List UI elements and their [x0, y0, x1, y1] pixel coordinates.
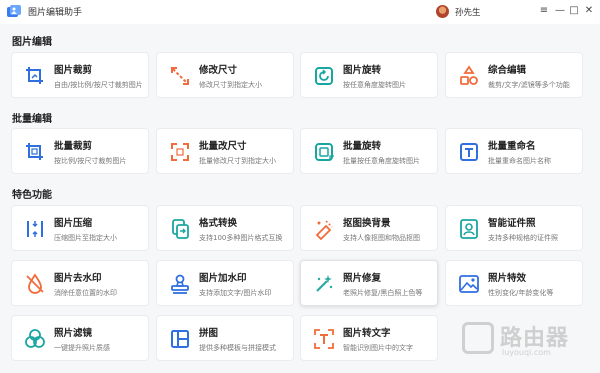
collage-icon — [171, 330, 189, 348]
card-photo-filter[interactable]: 照片滤镜 一键提升照片质感 — [11, 315, 149, 361]
card-desc: 一键提升照片质感 — [54, 344, 110, 352]
card-desc: 支持人像抠图和物品抠图 — [343, 234, 420, 242]
minimize-button[interactable]: — — [553, 4, 567, 18]
card-desc: 消除任意位置的水印 — [54, 289, 117, 297]
card-title: 批量改尺寸 — [199, 141, 247, 152]
card-desc: 支持添加文字/图片水印 — [199, 289, 272, 297]
crop-icon — [26, 143, 43, 160]
card-desc: 自由/按比例/按尺寸裁剪图片 — [54, 81, 143, 89]
close-button[interactable]: ✕ — [582, 4, 596, 18]
card-desc: 裁剪/文字/滤镜等多个功能 — [488, 81, 570, 89]
title-bar: 图片编辑助手 孙先生 ≡ — □ ✕ — [0, 0, 600, 24]
card-desc: 批量按任意角度旋转图片 — [343, 157, 420, 165]
compress-icon — [27, 221, 43, 237]
card-add-watermark[interactable]: 图片加水印 支持添加文字/图片水印 — [156, 260, 294, 306]
watermark-url: luyouqi.com — [502, 348, 551, 357]
card-title: 批量旋转 — [343, 141, 382, 152]
card-desc: 老照片修复/黑白照上色等 — [343, 289, 423, 297]
card-title: 图片旋转 — [343, 65, 382, 76]
card-format-convert[interactable]: 格式转换 支持100多种图片格式互换 — [156, 205, 294, 251]
crop-icon — [26, 67, 43, 84]
maximize-button[interactable]: □ — [567, 4, 581, 18]
card-compress[interactable]: 图片压缩 压缩图片至指定大小 — [11, 205, 149, 251]
section-title-edit: 图片编辑 — [12, 37, 52, 48]
eraser-icon — [315, 220, 333, 240]
card-title: 综合编辑 — [488, 65, 527, 76]
resize-arrows-icon — [171, 143, 189, 161]
resize-arrows-icon — [171, 67, 189, 85]
card-desc: 批量修改尺寸到指定大小 — [199, 157, 276, 165]
card-desc: 按比例/按尺寸裁剪图片 — [54, 157, 127, 165]
ocr-icon — [314, 329, 334, 349]
card-title: 图片压缩 — [54, 218, 93, 229]
card-desc: 支持100多种图片格式互换 — [199, 234, 283, 242]
card-collage[interactable]: 拼图 提供多种模板与拼接模式 — [156, 315, 294, 361]
card-desc: 批量重命名图片名称 — [488, 157, 551, 165]
card-id-photo[interactable]: 智能证件照 支持多种规格的证件照 — [445, 205, 583, 251]
card-title: 拼图 — [199, 328, 219, 339]
user-avatar[interactable] — [436, 5, 449, 18]
card-desc: 性别变化/年龄变化等 — [488, 289, 554, 297]
card-photo-effects[interactable]: 照片特效 性别变化/年龄变化等 — [445, 260, 583, 306]
card-title: 批量重命名 — [488, 141, 536, 152]
card-batch-rotate[interactable]: 批量旋转 批量按任意角度旋转图片 — [300, 128, 438, 174]
card-desc: 修改尺寸到指定大小 — [199, 81, 262, 89]
card-title: 图片去水印 — [54, 273, 102, 284]
card-rotate[interactable]: 图片旋转 按任意角度旋转图片 — [300, 52, 438, 98]
drop-remove-icon — [26, 273, 44, 294]
user-name[interactable]: 孙先生 — [455, 6, 481, 18]
card-desc: 支持多种规格的证件照 — [488, 234, 558, 242]
card-title: 照片特效 — [488, 273, 527, 284]
watermark-logo-icon — [462, 322, 494, 354]
app-logo-icon — [7, 5, 21, 17]
watermark: 路由器 luyouqi.com — [462, 318, 592, 362]
card-image-to-text[interactable]: 图片转文字 智能识别图片中的文字 — [300, 315, 438, 361]
card-title: 照片修复 — [343, 273, 382, 284]
rotate-icon — [315, 67, 333, 85]
section-title-batch: 批量编辑 — [12, 114, 52, 125]
app-title: 图片编辑助手 — [28, 8, 83, 18]
card-title: 智能证件照 — [488, 218, 536, 229]
card-desc: 智能识别图片中的文字 — [343, 344, 413, 352]
id-photo-icon — [460, 219, 478, 239]
card-cutout-background[interactable]: 抠图换背景 支持人像抠图和物品抠图 — [300, 205, 438, 251]
card-title: 修改尺寸 — [199, 65, 238, 76]
rotate-icon — [315, 143, 334, 161]
card-desc: 压缩图片至指定大小 — [54, 234, 117, 242]
card-remove-watermark[interactable]: 图片去水印 消除任意位置的水印 — [11, 260, 149, 306]
card-batch-resize[interactable]: 批量改尺寸 批量修改尺寸到指定大小 — [156, 128, 294, 174]
shapes-icon — [460, 65, 478, 85]
card-title: 格式转换 — [199, 218, 238, 229]
card-desc: 提供多种模板与拼接模式 — [199, 344, 276, 352]
card-photo-restore[interactable]: 照片修复 老照片修复/黑白照上色等 — [300, 260, 438, 306]
card-resize[interactable]: 修改尺寸 修改尺寸到指定大小 — [156, 52, 294, 98]
menu-icon[interactable]: ≡ — [537, 4, 551, 18]
landscape-icon — [459, 275, 479, 293]
card-comprehensive-edit[interactable]: 综合编辑 裁剪/文字/滤镜等多个功能 — [445, 52, 583, 98]
card-title: 图片加水印 — [199, 273, 247, 284]
card-title: 图片裁剪 — [54, 65, 93, 76]
text-t-icon — [460, 143, 478, 161]
card-desc: 按任意角度旋转图片 — [343, 81, 406, 89]
card-batch-crop[interactable]: 批量裁剪 按比例/按尺寸裁剪图片 — [11, 128, 149, 174]
section-title-special: 特色功能 — [12, 190, 52, 201]
card-title: 抠图换背景 — [343, 218, 391, 229]
magic-wand-icon — [316, 275, 333, 292]
card-crop[interactable]: 图片裁剪 自由/按比例/按尺寸裁剪图片 — [11, 52, 149, 98]
filter-circles-icon — [25, 329, 45, 348]
card-title: 照片滤镜 — [54, 328, 93, 339]
card-title: 批量裁剪 — [54, 141, 93, 152]
convert-icon — [172, 219, 189, 239]
card-batch-rename[interactable]: 批量重命名 批量重命名图片名称 — [445, 128, 583, 174]
card-title: 图片转文字 — [343, 328, 391, 339]
stamp-icon — [171, 274, 189, 294]
